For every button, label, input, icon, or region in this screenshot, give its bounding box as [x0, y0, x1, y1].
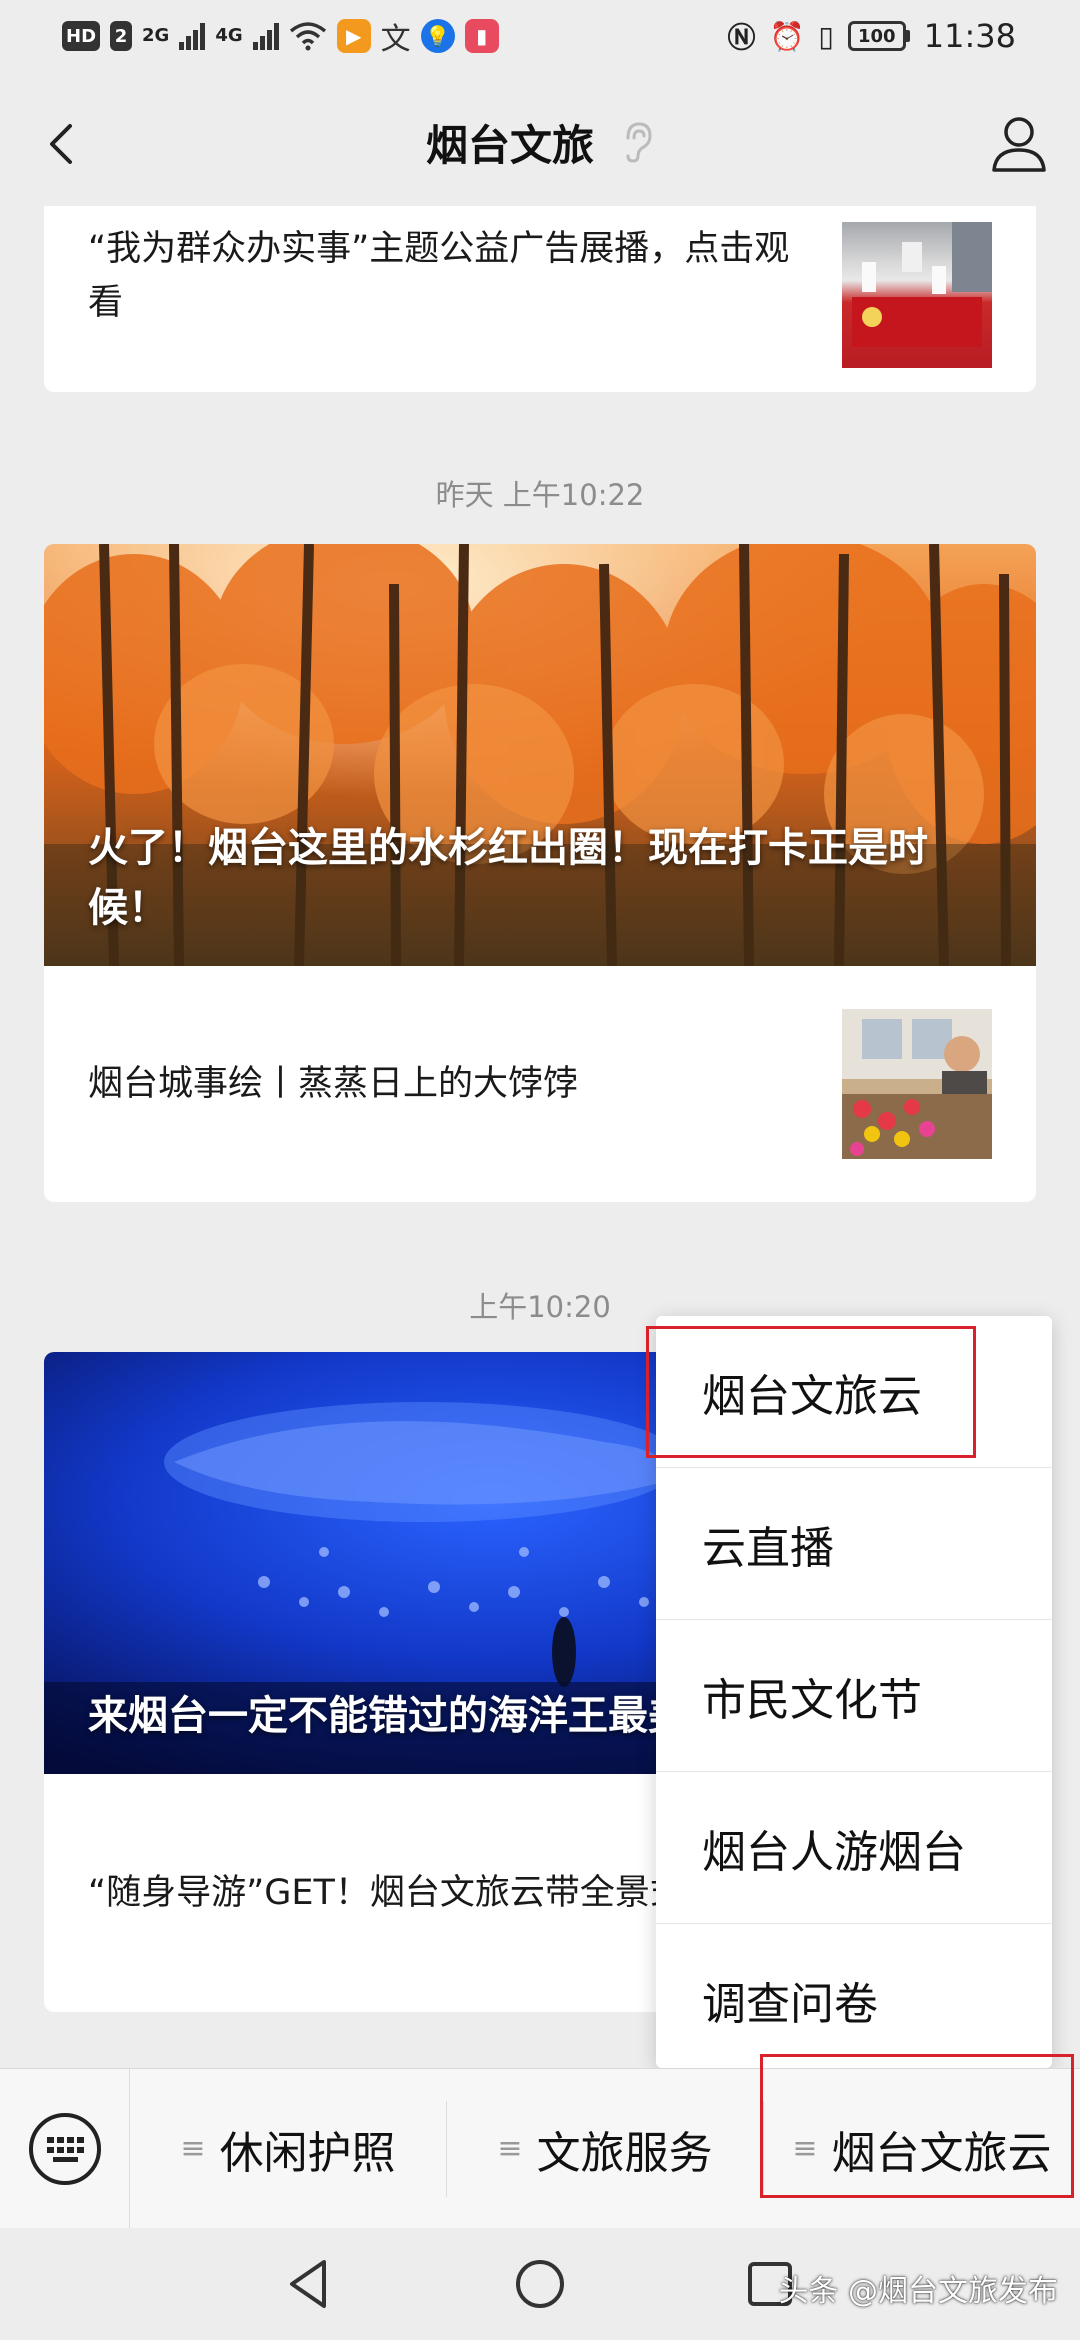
submenu-item-live[interactable]: 云直播 — [656, 1468, 1052, 1620]
article-card-2[interactable]: 火了！烟台这里的水杉红出圈！现在打卡正是时候！ 烟台城事绘丨蒸蒸日上的大饽饽 — [44, 544, 1036, 1202]
hd-indicator: HD — [62, 21, 101, 51]
hero-title: 火了！烟台这里的水杉红出圈！现在打卡正是时候！ — [88, 825, 928, 931]
back-arrow-icon[interactable] — [36, 116, 92, 172]
system-nav-bar: 头条 @烟台文旅发布 — [0, 2228, 1080, 2340]
status-time: 11:38 — [923, 17, 1016, 55]
article-item[interactable]: “我为群众办实事”主题公益广告展播，点击观看 — [44, 206, 1036, 392]
sim-indicator: 2 — [110, 21, 133, 51]
video-app-icon: ▶ — [336, 19, 371, 53]
signal-icon-2 — [252, 22, 279, 50]
article-card-1[interactable]: “我为群众办实事”主题公益广告展播，点击观看 — [44, 206, 1036, 392]
status-bar: HD 2 2G 4G ▶ 文 💡 ▮ Ⓝ ⏰ ▯ 100 11:38 — [0, 0, 1080, 72]
battery-icon: 100 — [847, 21, 910, 51]
menu-leisure-passport[interactable]: ≡ 休闲护照 — [130, 2100, 447, 2197]
menu-lines-icon: ≡ — [792, 2131, 818, 2166]
submenu-item-survey[interactable]: 调查问卷 — [656, 1924, 1052, 2076]
timestamp: 昨天 上午10:22 — [435, 478, 645, 512]
menu-label: 文旅服务 — [536, 2127, 713, 2179]
article-thumbnail — [842, 222, 992, 368]
custom-menu-bar: ≡ 休闲护照 ≡ 文旅服务 ≡ 烟台文旅云 — [0, 2068, 1080, 2229]
article-item[interactable]: 烟台城事绘丨蒸蒸日上的大饽饽 — [44, 966, 1036, 1202]
signal-icon — [179, 22, 206, 50]
wifi-icon — [289, 22, 326, 51]
ear-mode-icon — [626, 122, 652, 163]
submenu-popup: 烟台文旅云 云直播 市民文化节 烟台人游烟台 调查问卷 — [656, 1316, 1052, 2068]
nav-home-icon[interactable] — [510, 2254, 570, 2314]
submenu-item-local-tour[interactable]: 烟台人游烟台 — [656, 1772, 1052, 1924]
menu-yantai-wenlvyun[interactable]: ≡ 烟台文旅云 — [764, 2101, 1080, 2197]
keyboard-toggle[interactable] — [0, 2068, 130, 2229]
submenu-item-wenlvyun[interactable]: 烟台文旅云 — [656, 1316, 1052, 1468]
translate-app-icon: 文 — [380, 22, 411, 57]
article-title: “我为群众办实事”主题公益广告展播，点击观看 — [88, 229, 790, 323]
page-title: 烟台文旅 — [425, 120, 594, 170]
keyboard-icon — [28, 2112, 101, 2185]
chat-header: 烟台文旅 — [0, 72, 1080, 212]
network-4g-label: 4G — [215, 25, 243, 46]
submenu-item-culture-festival[interactable]: 市民文化节 — [656, 1620, 1052, 1772]
nav-back-icon[interactable] — [280, 2254, 340, 2314]
watermark: 头条 @烟台文旅发布 — [778, 2274, 1058, 2309]
article-thumbnail — [842, 1009, 992, 1159]
book-app-icon: ▮ — [464, 19, 499, 53]
profile-icon[interactable] — [988, 112, 1050, 174]
menu-lines-icon: ≡ — [180, 2131, 206, 2166]
menu-label: 休闲护照 — [219, 2127, 396, 2179]
menu-label: 烟台文旅云 — [831, 2127, 1052, 2179]
network-2g-label: 2G — [142, 25, 170, 46]
nfc-icon: Ⓝ — [727, 21, 756, 54]
hero-article[interactable]: 火了！烟台这里的水杉红出圈！现在打卡正是时候！ — [44, 544, 1036, 966]
alarm-icon: ⏰ — [769, 19, 805, 53]
vibrate-icon: ▯ — [818, 19, 834, 53]
bulb-app-icon: 💡 — [420, 19, 455, 53]
menu-travel-services[interactable]: ≡ 文旅服务 — [447, 2100, 764, 2197]
article-title: 烟台城事绘丨蒸蒸日上的大饽饽 — [88, 1064, 579, 1104]
menu-lines-icon: ≡ — [497, 2131, 523, 2166]
